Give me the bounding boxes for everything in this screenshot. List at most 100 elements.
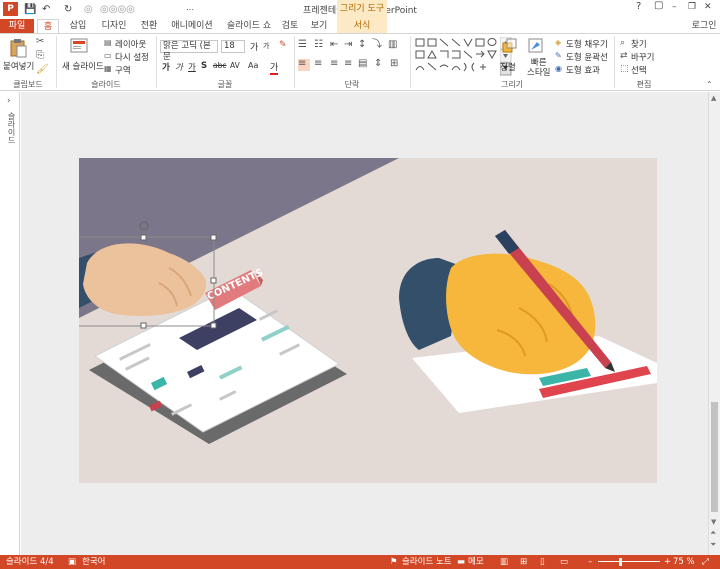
- section-button[interactable]: 구역: [115, 64, 131, 76]
- shrink-font-button[interactable]: 가: [263, 41, 269, 51]
- drawing-group-label: 그리기: [500, 80, 524, 89]
- expand-pane-icon[interactable]: ›: [7, 96, 11, 106]
- clear-format-icon[interactable]: ✎: [279, 40, 287, 50]
- tab-transitions[interactable]: 전환: [136, 19, 162, 33]
- zoom-out-button[interactable]: –: [588, 555, 592, 569]
- tab-review[interactable]: 검토: [279, 19, 301, 33]
- tab-view[interactable]: 보기: [306, 19, 332, 33]
- powerpoint-window: P 💾 ↶ ↻ ◎ ◎◎◎◎ ⋯ 프레젠테이션2 - PowerPoint 그리…: [0, 0, 720, 569]
- bullets-icon[interactable]: ☰: [298, 40, 307, 50]
- scrollbar-thumb[interactable]: [711, 402, 718, 512]
- increase-indent-icon[interactable]: ⇥: [344, 40, 352, 50]
- close-button[interactable]: ✕: [704, 2, 712, 12]
- columns-icon[interactable]: ▥: [388, 40, 397, 50]
- strikethrough-button[interactable]: abc: [213, 61, 226, 70]
- numbering-icon[interactable]: ☷: [314, 40, 323, 50]
- select-button[interactable]: 선택: [631, 64, 647, 76]
- new-slide-button[interactable]: 새 슬라이드: [62, 60, 104, 72]
- replace-icon: ⇄: [620, 51, 628, 61]
- italic-button[interactable]: 가: [175, 61, 183, 73]
- help-button[interactable]: ?: [636, 1, 641, 12]
- normal-view-icon[interactable]: ▥: [500, 555, 508, 569]
- distribute-icon[interactable]: ▤: [358, 59, 367, 69]
- ribbon-display-options-icon[interactable]: ▢: [654, 0, 663, 11]
- new-slide-icon[interactable]: [70, 38, 88, 55]
- line-spacing-icon[interactable]: ↕: [358, 40, 366, 50]
- shape-outline-button[interactable]: 도형 윤곽선: [566, 51, 608, 63]
- grow-font-button[interactable]: 가: [250, 40, 258, 53]
- fit-to-window-icon[interactable]: ⤢: [702, 555, 709, 569]
- tab-home[interactable]: 홈: [37, 19, 59, 34]
- notes-button[interactable]: 슬라이드 노트: [402, 555, 452, 569]
- language-indicator[interactable]: 한국어: [82, 555, 105, 569]
- shape-fill-button[interactable]: 도형 채우기: [566, 38, 608, 50]
- scroll-down-icon[interactable]: ▼: [711, 518, 716, 526]
- decrease-indent-icon[interactable]: ⇤: [330, 40, 338, 50]
- drawing-tools-context: 그리기 도구: [337, 0, 387, 19]
- zoom-level[interactable]: 75 %: [673, 555, 695, 569]
- reading-view-icon[interactable]: ▯: [540, 555, 545, 569]
- shape-effects-button[interactable]: 도형 효과: [566, 64, 600, 76]
- tab-slideshow[interactable]: 슬라이드 쇼: [222, 19, 276, 33]
- format-painter-icon[interactable]: 🖌: [36, 65, 49, 75]
- spell-check-icon[interactable]: ▣: [68, 555, 76, 569]
- align-right-icon[interactable]: ≡: [330, 59, 338, 69]
- smartart-icon[interactable]: ⊞: [390, 59, 398, 69]
- bold-button[interactable]: 가: [162, 61, 170, 73]
- ribbon: 붙여넣기 ✂ ⎘ 🖌 클립보드 새 슬라이드 ▤ 레이아웃 ▭ 다시 설정 ▦ …: [0, 33, 720, 91]
- previous-slide-icon[interactable]: ⏶: [710, 528, 716, 538]
- font-size-select[interactable]: 18: [221, 40, 245, 53]
- underline-button[interactable]: 가: [188, 61, 196, 73]
- shape-fill-icon: ◈: [555, 38, 562, 47]
- section-icon: ▦: [104, 64, 112, 73]
- font-color-button[interactable]: 가: [270, 60, 279, 75]
- quick-styles-icon: [528, 38, 543, 53]
- cut-icon[interactable]: ✂: [36, 37, 44, 47]
- slide[interactable]: CONTENTS: [79, 158, 657, 483]
- zoom-in-button[interactable]: +: [664, 555, 671, 569]
- comments-button[interactable]: 메모: [468, 555, 484, 569]
- tab-insert[interactable]: 삽입: [64, 19, 92, 33]
- align-center-icon[interactable]: ≡: [314, 59, 322, 69]
- zoom-slider[interactable]: [598, 561, 660, 562]
- arrange-button[interactable]: 정렬: [500, 61, 516, 73]
- slideshow-icon[interactable]: ▭: [560, 555, 568, 569]
- char-spacing-button[interactable]: AV: [230, 61, 240, 70]
- notes-icon[interactable]: ⚑: [390, 555, 398, 569]
- align-left-icon[interactable]: ≡: [298, 59, 310, 71]
- copy-icon[interactable]: ⎘: [36, 51, 44, 61]
- login-link[interactable]: 로그인: [690, 19, 718, 33]
- replace-button[interactable]: 바꾸기: [631, 51, 654, 63]
- zoom-slider-thumb[interactable]: [618, 558, 622, 566]
- collapse-ribbon-icon[interactable]: ⌃: [706, 80, 713, 90]
- shapes-gallery[interactable]: [414, 37, 498, 75]
- tab-file[interactable]: 파일: [0, 19, 34, 33]
- reset-button[interactable]: 다시 설정: [115, 51, 149, 63]
- font-group-label: 글꼴: [217, 80, 233, 89]
- comments-icon[interactable]: ▬: [457, 555, 465, 569]
- minimize-button[interactable]: –: [672, 2, 677, 12]
- scroll-up-icon[interactable]: ▲: [711, 94, 716, 102]
- tab-animations[interactable]: 애니메이션: [168, 19, 216, 33]
- ribbon-tabs: 파일 홈 삽입 디자인 전환 애니메이션 슬라이드 쇼 검토 보기 서식 로그인: [0, 19, 720, 34]
- paste-icon[interactable]: [9, 38, 27, 58]
- restore-button[interactable]: ❐: [688, 2, 696, 12]
- shape-effects-icon: ◉: [555, 64, 562, 73]
- tab-design[interactable]: 디자인: [97, 19, 131, 33]
- font-name-select[interactable]: 맑은 고딕 (본문: [160, 40, 218, 62]
- layout-button[interactable]: 레이아웃: [115, 38, 146, 50]
- tab-format[interactable]: 서식: [337, 19, 387, 33]
- change-case-button[interactable]: Aa: [248, 61, 258, 70]
- vertical-scrollbar[interactable]: ▲ ▼ ⏶ ⏷: [708, 92, 720, 555]
- justify-icon[interactable]: ≡: [344, 59, 352, 69]
- find-icon: ⌕: [620, 38, 626, 48]
- paste-button[interactable]: 붙여넣기: [3, 60, 34, 72]
- shadow-button[interactable]: S: [201, 61, 207, 71]
- quick-styles-button[interactable]: 빠른 스타일: [527, 58, 550, 78]
- next-slide-icon[interactable]: ⏷: [710, 540, 716, 550]
- align-text-icon[interactable]: ⇕: [374, 59, 382, 69]
- find-button[interactable]: 찾기: [631, 38, 647, 50]
- slide-thumbnail-pane[interactable]: › 슬라이드: [0, 92, 20, 555]
- slide-sorter-icon[interactable]: ⊞: [520, 555, 527, 569]
- text-direction-icon[interactable]: ⤵: [372, 40, 382, 50]
